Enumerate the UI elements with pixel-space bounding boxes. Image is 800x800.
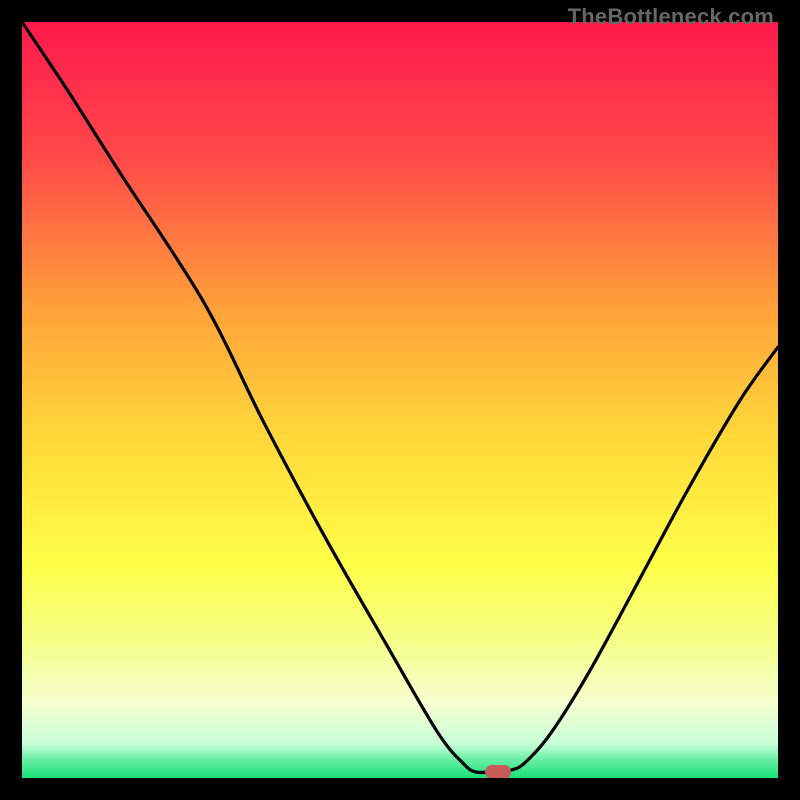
optimal-marker [485, 765, 511, 778]
watermark-text: TheBottleneck.com [568, 4, 774, 30]
chart-frame: TheBottleneck.com [0, 0, 800, 800]
curve-layer [22, 22, 778, 778]
plot-area [22, 22, 778, 778]
bottleneck-curve [22, 22, 778, 773]
